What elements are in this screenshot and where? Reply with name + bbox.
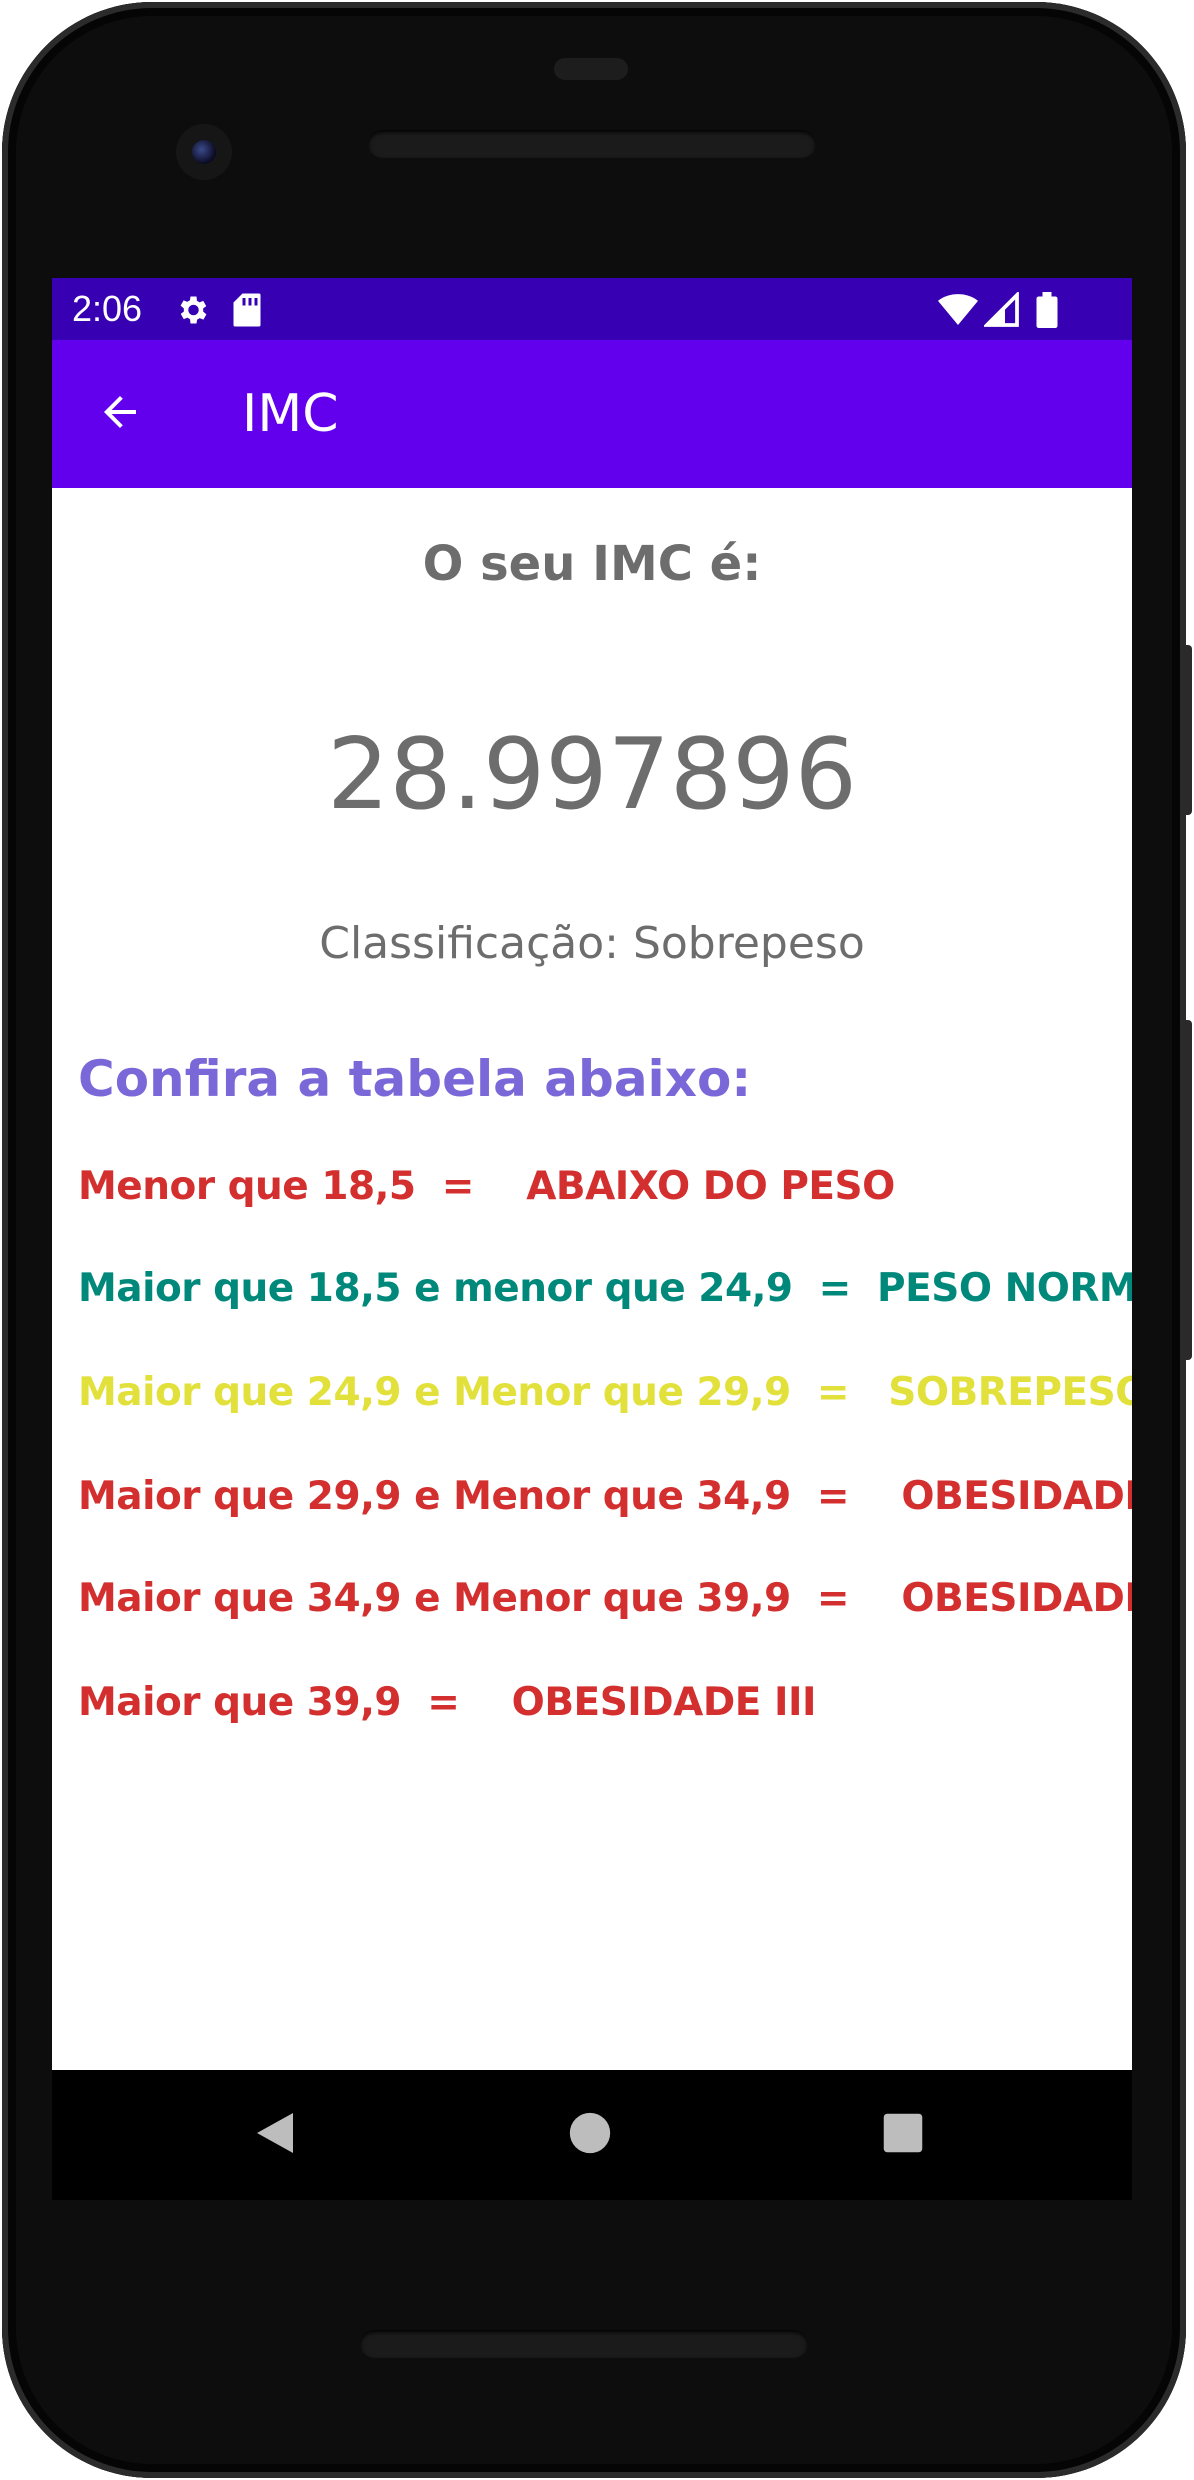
device-frame: 2:06 IMC O seu IMC é: 28.997896 Classifi… <box>0 0 1194 2480</box>
imc-label: O seu IMC é: <box>422 536 762 592</box>
app-bar: IMC <box>52 340 1132 488</box>
top-speaker-grille <box>368 130 816 158</box>
signal-icon <box>982 290 1020 333</box>
table-row-abaixo-do-peso: Menor que 18,5 = ABAIXO DO PESO <box>78 1164 895 1209</box>
screen: 2:06 IMC O seu IMC é: 28.997896 Classifi… <box>52 278 1132 2070</box>
table-row-sobrepeso: Maior que 24,9 e Menor que 29,9 = SOBREP… <box>78 1370 1132 1415</box>
battery-icon <box>1036 292 1058 333</box>
wifi-icon <box>938 292 978 333</box>
table-title: Confira a tabela abaixo: <box>78 1050 752 1108</box>
nav-home-button[interactable] <box>555 2100 625 2170</box>
back-triangle-icon <box>253 2109 297 2162</box>
sd-card-icon <box>232 292 262 333</box>
status-bar: 2:06 <box>52 278 1132 340</box>
arrow-left-icon <box>96 388 144 441</box>
back-button[interactable] <box>82 376 158 452</box>
bottom-speaker-grille <box>360 2330 808 2358</box>
table-row-obesidade-iii: Maior que 39,9 = OBESIDADE III <box>78 1680 816 1725</box>
navigation-bar <box>52 2070 1132 2200</box>
page-title: IMC <box>242 384 339 444</box>
table-row-peso-normal: Maior que 18,5 e menor que 24,9 = PESO N… <box>78 1266 1132 1311</box>
volume-button <box>1180 1020 1192 1360</box>
nav-back-button[interactable] <box>240 2100 310 2170</box>
status-time: 2:06 <box>72 288 143 329</box>
power-button <box>1180 645 1192 815</box>
table-row-obesidade-ii: Maior que 34,9 e Menor que 39,9 = OBESID… <box>78 1576 1132 1621</box>
gear-icon <box>174 292 210 333</box>
table-row-obesidade-i: Maior que 29,9 e Menor que 34,9 = OBESID… <box>78 1474 1132 1519</box>
recents-square-icon <box>882 2112 924 2159</box>
classification-text: Classificação: Sobrepeso <box>319 918 865 969</box>
front-camera <box>176 124 232 180</box>
nav-recents-button[interactable] <box>868 2100 938 2170</box>
earpiece <box>554 58 628 80</box>
imc-value: 28.997896 <box>327 718 857 832</box>
home-circle-icon <box>568 2111 612 2160</box>
